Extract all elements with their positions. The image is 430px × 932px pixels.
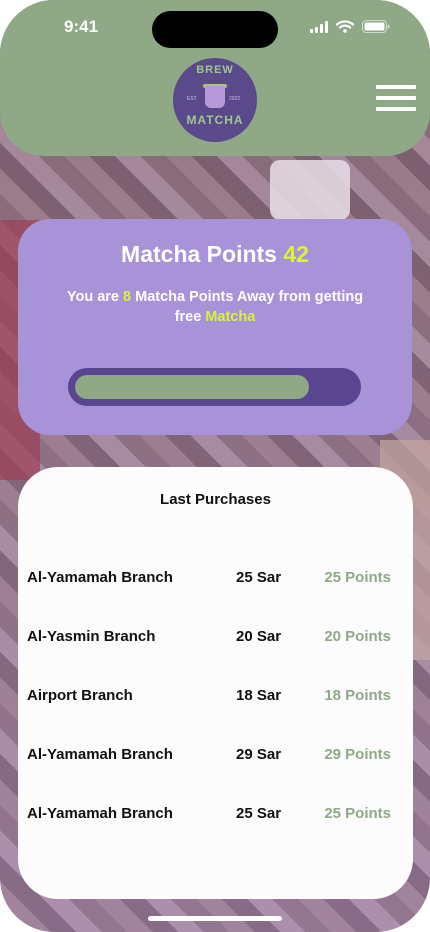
reward-name: Matcha [205, 309, 256, 325]
purchase-points: 25 Points [324, 805, 391, 822]
points-card: Matcha Points 42 You are 8 Matcha Points… [18, 219, 412, 435]
points-away-value: 8 [123, 289, 132, 305]
battery-icon [362, 20, 390, 33]
points-title-label: Matcha Points [121, 241, 277, 267]
brew-matcha-logo: BREW EST 2022 MATCHA [173, 58, 257, 142]
purchase-branch: Airport Branch [27, 687, 133, 704]
purchase-branch: Al-Yamamah Branch [27, 805, 173, 822]
background-cup-illustration [270, 160, 350, 220]
purchase-points: 25 Points [324, 569, 391, 586]
logo-year-text: 2022 [229, 96, 241, 102]
purchase-points: 20 Points [324, 628, 391, 645]
wifi-icon [336, 20, 354, 33]
purchase-row[interactable]: Airport Branch 18 Sar 18 Points [18, 687, 413, 711]
points-progress-bar [68, 368, 361, 406]
purchase-branch: Al-Yamamah Branch [27, 569, 173, 586]
points-title: Matcha Points 42 [18, 241, 412, 268]
purchase-points: 18 Points [324, 687, 391, 704]
logo-cup-icon [205, 86, 225, 108]
logo-est-text: EST [187, 96, 197, 102]
purchase-amount: 25 Sar [236, 805, 282, 822]
logo-bottom-text: MATCHA [186, 113, 244, 127]
last-purchases-title: Last Purchases [160, 491, 271, 508]
purchase-amount: 25 Sar [236, 569, 282, 586]
purchase-amount: 20 Sar [236, 628, 282, 645]
purchase-branch: Al-Yasmin Branch [27, 628, 156, 645]
dynamic-island [152, 11, 278, 48]
status-icons [310, 20, 390, 33]
purchase-row[interactable]: Al-Yamamah Branch 25 Sar 25 Points [18, 805, 413, 829]
points-value: 42 [283, 241, 309, 267]
purchase-amount: 18 Sar [236, 687, 282, 704]
purchase-points: 29 Points [324, 746, 391, 763]
purchase-row[interactable]: Al-Yasmin Branch 20 Sar 20 Points [18, 628, 413, 652]
purchase-amount: 29 Sar [236, 746, 282, 763]
purchase-row[interactable]: Al-Yamamah Branch 25 Sar 25 Points [18, 569, 413, 593]
points-message-prefix: You are [66, 289, 119, 305]
hamburger-menu-icon[interactable] [376, 85, 416, 111]
points-progress-fill [75, 375, 309, 399]
purchase-branch: Al-Yamamah Branch [27, 746, 173, 763]
phone-screen: 9:41 BREW EST 2022 MATCHA Matcha Points … [0, 0, 430, 932]
signal-icon [310, 20, 328, 33]
last-purchases-card: Last Purchases Al-Yamamah Branch 25 Sar … [18, 467, 413, 899]
purchase-row[interactable]: Al-Yamamah Branch 29 Sar 29 Points [18, 746, 413, 770]
logo-top-text: BREW [196, 64, 234, 76]
app-header: 9:41 BREW EST 2022 MATCHA [0, 0, 430, 156]
points-message: You are 8 Matcha Points Away from gettin… [58, 287, 372, 327]
status-time: 9:41 [64, 17, 99, 36]
home-indicator [148, 916, 282, 921]
